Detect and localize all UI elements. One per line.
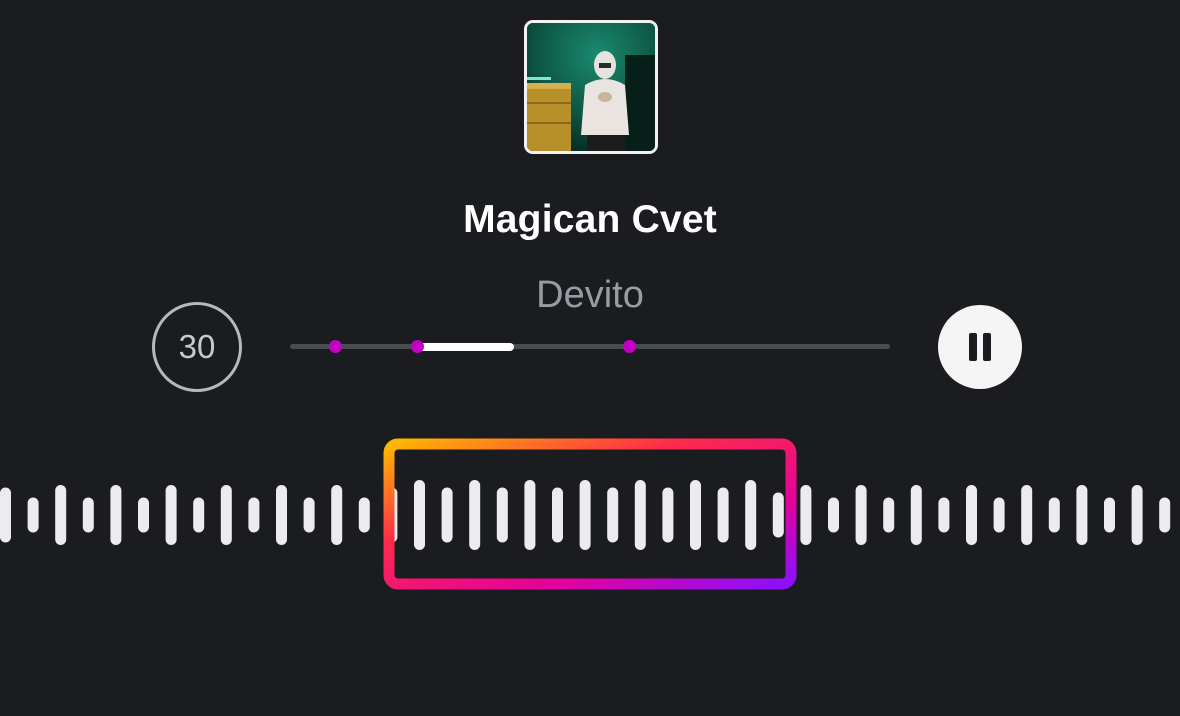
waveform-bar	[414, 480, 425, 550]
waveform-bar	[800, 485, 812, 545]
pause-icon	[966, 333, 994, 361]
track-title: Magican Cvet	[463, 198, 717, 241]
waveform-bar	[469, 480, 481, 550]
waveform-bar	[1048, 497, 1060, 533]
album-cover-art	[527, 23, 655, 151]
waveform-bar	[248, 497, 260, 533]
waveform-selector[interactable]	[0, 430, 1180, 600]
waveform-bar	[966, 485, 977, 545]
waveform-bar	[938, 497, 950, 533]
waveform-bar	[1159, 497, 1171, 533]
skip-30-button[interactable]: 30	[152, 302, 242, 392]
waveform-bar	[579, 480, 591, 550]
waveform-bar	[1104, 497, 1115, 533]
waveform-bar	[717, 487, 729, 543]
waveform-bar	[690, 480, 701, 550]
waveform-bar	[220, 485, 232, 545]
waveform-bar	[607, 487, 619, 543]
pause-button[interactable]	[938, 305, 1022, 389]
waveform-bar	[745, 480, 757, 550]
waveform-bar	[993, 497, 1005, 533]
waveform-bar	[138, 497, 149, 533]
waveform-bar	[165, 485, 177, 545]
waveform-bar	[772, 492, 784, 538]
progress-marker[interactable]	[328, 340, 342, 353]
waveform-bar	[828, 497, 839, 533]
waveform-bar	[55, 485, 67, 545]
waveform-bar	[358, 497, 370, 533]
waveform-bar	[524, 480, 536, 550]
waveform-bar	[110, 485, 122, 545]
waveform-bar	[496, 487, 508, 543]
waveform-bar	[1131, 485, 1143, 545]
waveform-bars	[0, 480, 1171, 550]
waveform-bar	[910, 485, 922, 545]
waveform-bar	[276, 485, 287, 545]
audio-picker-screen: Magican Cvet Devito 30	[0, 0, 1180, 716]
waveform-bar	[331, 485, 343, 545]
waveform-bar	[855, 485, 867, 545]
waveform-bar	[193, 497, 205, 533]
waveform-bar	[634, 480, 646, 550]
waveform-bar	[0, 487, 11, 543]
album-cover-image[interactable]	[524, 20, 658, 154]
waveform-bar	[662, 487, 674, 543]
waveform-bar	[1021, 485, 1033, 545]
waveform-bar	[303, 497, 315, 533]
waveform-bar	[82, 497, 94, 533]
waveform-bar	[552, 487, 563, 543]
progress-marker[interactable]	[622, 340, 636, 353]
waveform-bar	[1076, 485, 1088, 545]
progress-track[interactable]	[290, 344, 890, 349]
waveform-bar	[883, 497, 895, 533]
progress-marker[interactable]	[410, 340, 424, 353]
waveform-bar	[27, 497, 39, 533]
progress-fill	[419, 343, 514, 351]
waveform-bar	[441, 487, 453, 543]
